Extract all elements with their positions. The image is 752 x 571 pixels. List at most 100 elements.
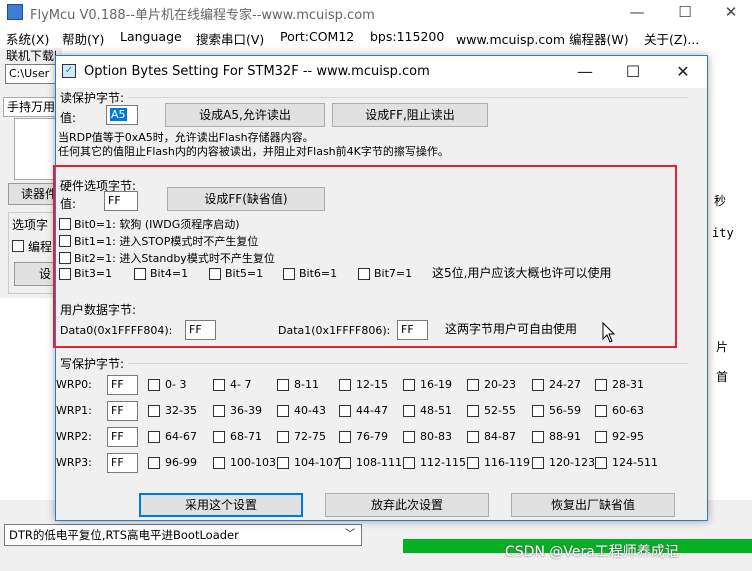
restore-defaults-button[interactable]: 恢复出厂缺省值 [511,493,675,517]
wrp-sector-checkbox[interactable] [277,457,289,469]
wrp-sector-label: 64-67 [165,430,197,443]
wrp-sector-checkbox[interactable] [532,379,544,391]
menu-system[interactable]: 系统(X) [6,29,49,48]
group-divider [128,97,688,98]
wrp-sector-label: 124-511 [612,456,658,469]
wrp-sector-label: 60-63 [612,404,644,417]
main-right-panel [708,48,752,548]
wrp-sector-label: 32-35 [165,404,197,417]
wrp-sector-checkbox[interactable] [339,379,351,391]
wrp-sector-checkbox[interactable] [277,379,289,391]
highlight-box [53,165,677,348]
set-a5-allow-read-button[interactable]: 设成A5,允许读出 [165,103,325,127]
wrp-sector-checkbox[interactable] [403,431,415,443]
chevron-down-icon: ﹀ [345,529,355,540]
file-path-field[interactable]: C:\User [5,64,61,84]
discard-settings-button[interactable]: 放弃此次设置 [325,493,489,517]
wrp-sector-label: 116-119 [484,456,530,469]
reset-mode-select[interactable]: DTR的低电平复位,RTS高电平进BootLoader ﹀ [4,524,362,546]
wrp-sector-checkbox[interactable] [532,457,544,469]
wrp-sector-checkbox[interactable] [595,431,607,443]
menu-help[interactable]: 帮助(Y) [62,29,104,48]
wrp-row-label: WRP0: [56,378,92,391]
wrp-sector-checkbox[interactable] [148,405,160,417]
wrp-sector-checkbox[interactable] [213,379,225,391]
menu-language[interactable]: Language [120,29,182,44]
wrp-sector-label: 40-43 [294,404,326,417]
file-label: 联机下载时的程序文件： [6,49,56,63]
wrp-sector-checkbox[interactable] [595,405,607,417]
main-maximize-button[interactable]: ☐ [662,0,708,26]
wrp-sector-checkbox[interactable] [148,431,160,443]
edit-checkbox[interactable] [12,240,24,252]
menu-port[interactable]: Port:COM12 [280,29,354,44]
menu-programmer[interactable]: www.mcuisp.com 编程器(W) [456,29,629,48]
wrp-sector-label: 92-95 [612,430,644,443]
wrp-sector-checkbox[interactable] [467,457,479,469]
cursor-icon [602,321,616,347]
wrp-sector-checkbox[interactable] [213,457,225,469]
wrp-sector-label: 108-111 [356,456,402,469]
menu-about[interactable]: 关于(Z)... [644,29,699,48]
options-label: 选项字 [12,218,49,232]
right-fragment-1: 秒 [714,194,727,208]
read-protect-value: A5 [110,108,127,121]
dialog-minimize-button[interactable]: — [562,56,608,88]
wrp-sector-label: 120-123 [549,456,595,469]
dialog-maximize-button[interactable]: ☐ [610,56,656,88]
menu-search-port[interactable]: 搜索串口(V) [196,29,264,48]
wrp-value-field[interactable]: FF [107,375,138,395]
wrp-sector-checkbox[interactable] [213,431,225,443]
wrp-sector-checkbox[interactable] [467,379,479,391]
wrp-sector-checkbox[interactable] [339,405,351,417]
wrp-sector-checkbox[interactable] [532,431,544,443]
main-minimize-button[interactable]: — [614,0,660,26]
wrp-value-field[interactable]: FF [107,401,138,421]
wrp-sector-checkbox[interactable] [148,379,160,391]
wrp-sector-label: 4- 7 [230,378,252,391]
set-ff-block-read-button[interactable]: 设成FF,阻止读出 [332,103,488,127]
wrp-sector-label: 68-71 [230,430,262,443]
wrp-sector-label: 16-19 [420,378,452,391]
main-close-button[interactable]: ✕ [708,0,752,26]
wrp-row-label: WRP3: [56,456,92,469]
read-protect-group-label: 读保护字节: [60,91,125,105]
dialog-close-button[interactable]: ✕ [660,56,706,88]
wrp-sector-label: 12-15 [356,378,388,391]
wrp-sector-checkbox[interactable] [339,431,351,443]
wrp-sector-label: 112-115 [420,456,466,469]
wrp-sector-checkbox[interactable] [403,379,415,391]
wrp-sector-checkbox[interactable] [277,405,289,417]
wrp-sector-label: 24-27 [549,378,581,391]
apply-settings-button[interactable]: 采用这个设置 [139,493,303,517]
right-fragment-2: ity [712,226,734,240]
main-window-title: FlyMcu V0.188--单片机在线编程专家--www.mcuisp.com [30,8,375,23]
wrp-sector-label: 44-47 [356,404,388,417]
read-protect-value-field[interactable]: A5 [106,105,138,125]
dialog-title: Option Bytes Setting For STM32F -- www.m… [84,64,430,79]
wrp-sector-checkbox[interactable] [467,431,479,443]
wrp-sector-checkbox[interactable] [339,457,351,469]
wrp-sector-label: 20-23 [484,378,516,391]
wrp-sector-checkbox[interactable] [277,431,289,443]
wrp-value-field[interactable]: FF [107,453,138,473]
wrp-sector-label: 80-83 [420,430,452,443]
wrp-value-field[interactable]: FF [107,427,138,447]
wrp-sector-checkbox[interactable] [595,379,607,391]
wrp-row-label: WRP2: [56,430,92,443]
wrp-sector-checkbox[interactable] [532,405,544,417]
wrp-sector-checkbox[interactable] [467,405,479,417]
wrp-sector-checkbox[interactable] [213,405,225,417]
edit-checkbox-label: 编程 [28,240,53,254]
right-fragment-4: 首 [716,370,729,384]
tab-handheld[interactable]: 手持万用 [3,97,61,117]
wrp-sector-checkbox[interactable] [595,457,607,469]
wrp-sector-checkbox[interactable] [403,457,415,469]
wrp-sector-label: 76-79 [356,430,388,443]
wrp-sector-label: 52-55 [484,404,516,417]
reset-mode-value: DTR的低电平复位,RTS高电平进BootLoader [9,528,239,542]
read-protect-value-label: 值: [60,111,77,125]
wrp-sector-checkbox[interactable] [148,457,160,469]
menu-bps[interactable]: bps:115200 [370,29,444,44]
wrp-sector-checkbox[interactable] [403,405,415,417]
